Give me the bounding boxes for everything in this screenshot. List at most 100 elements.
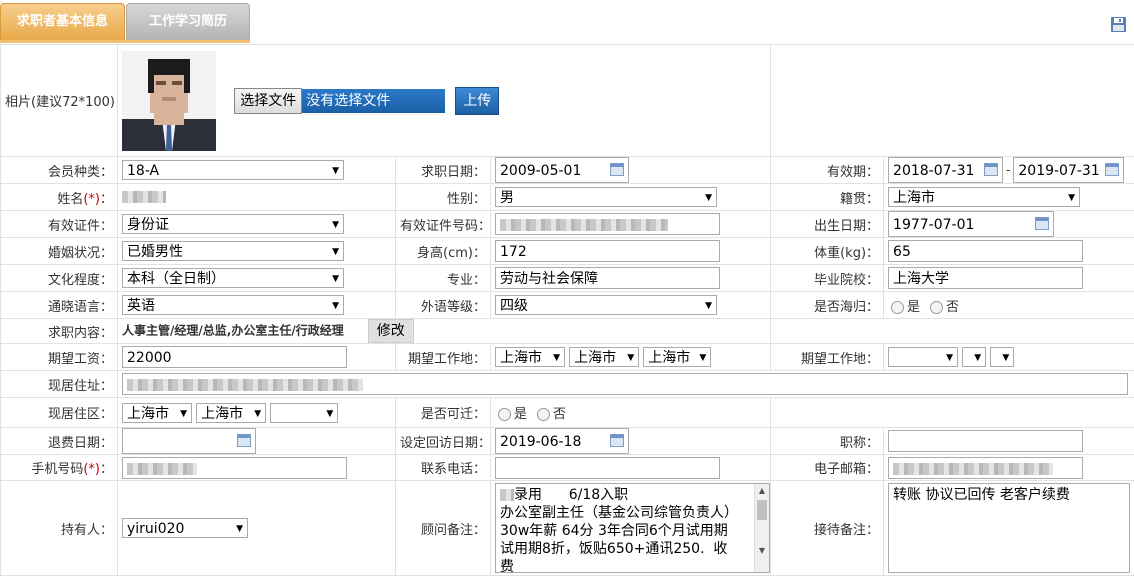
expect2-district-select[interactable]: ▼ xyxy=(990,347,1015,367)
gender-select[interactable]: 男 ▼ xyxy=(495,187,717,207)
required-mark: (*) xyxy=(83,462,100,477)
id-number-redacted xyxy=(500,219,668,231)
note-scrollbar[interactable]: ▲ ▼ xyxy=(754,484,769,572)
chevron-down-icon: ▼ xyxy=(332,220,339,230)
note-line: 费 xyxy=(500,559,514,573)
expect-place2-label: 期望工作地： xyxy=(770,343,885,371)
job-title-label: 职称： xyxy=(770,427,885,455)
relocate-empty xyxy=(770,397,1134,428)
advisor-note-textarea[interactable]: 录用 6/18入职 办公室副主任（基金公司综管负责人） 30w年薪 64分 3年… xyxy=(495,483,770,573)
school-input[interactable]: 上海大学 xyxy=(888,267,1084,289)
member-type-select[interactable]: 18-A ▼ xyxy=(122,160,344,180)
birth-date-value: 1977-07-01 xyxy=(893,217,975,233)
name-label-colon: ： xyxy=(99,191,113,207)
language-value: 英语 xyxy=(127,298,155,314)
overseas-no-label: 否 xyxy=(946,299,960,315)
area-province-select[interactable]: 上海市 ▼ xyxy=(122,402,192,423)
expect-province-value: 上海市 xyxy=(500,350,542,366)
foreign-level-select[interactable]: 四级 ▼ xyxy=(495,295,717,315)
chevron-down-icon: ▼ xyxy=(254,408,262,419)
visit-date-field[interactable]: 2019-06-18 xyxy=(495,428,629,454)
address-input[interactable] xyxy=(122,373,1128,395)
apply-date-value: 2009-05-01 xyxy=(500,163,582,179)
calendar-icon[interactable] xyxy=(610,434,624,447)
expect-province-select[interactable]: 上海市 ▼ xyxy=(495,347,565,367)
major-input[interactable]: 劳动与社会保障 xyxy=(495,267,720,289)
language-select[interactable]: 英语 ▼ xyxy=(122,295,344,315)
calendar-icon[interactable] xyxy=(237,434,251,447)
refund-date-field[interactable] xyxy=(122,428,256,454)
holder-label: 持有人： xyxy=(0,480,118,576)
choose-file-button[interactable]: 选择文件 xyxy=(234,87,303,114)
height-input[interactable]: 172 xyxy=(495,240,720,262)
overseas-no-radio[interactable] xyxy=(930,300,944,314)
education-select[interactable]: 本科（全日制） ▼ xyxy=(122,268,344,288)
job-title-input[interactable] xyxy=(888,430,1084,452)
mobile-label-colon: ： xyxy=(99,462,113,477)
photo-empty-cell xyxy=(770,44,1134,157)
area-province-value: 上海市 xyxy=(127,405,169,422)
overseas-yes-radio[interactable] xyxy=(891,300,905,314)
valid-from-value: 2018-07-31 xyxy=(893,163,975,179)
email-input[interactable] xyxy=(888,456,1084,479)
relocate-no-radio[interactable] xyxy=(537,408,551,421)
calendar-icon[interactable] xyxy=(984,163,999,176)
tab-bar: 求职者基本信息 工作学习简历 xyxy=(0,0,1134,45)
chevron-down-icon: ▼ xyxy=(1068,193,1076,203)
marital-select[interactable]: 已婚男性 ▼ xyxy=(122,241,344,261)
apply-date-field[interactable]: 2009-05-01 xyxy=(495,157,629,183)
reception-note-textarea[interactable]: 转账 协议已回传 老客户续费 xyxy=(888,483,1131,573)
expect-place-label: 期望工作地： xyxy=(395,343,491,371)
file-status: 没有选择文件 xyxy=(302,88,446,113)
save-icon[interactable] xyxy=(1110,16,1127,33)
native-place-select[interactable]: 上海市 ▼ xyxy=(888,187,1081,207)
upload-button[interactable]: 上传 xyxy=(455,86,500,115)
expect-district-select[interactable]: 上海市 ▼ xyxy=(643,347,712,367)
calendar-icon[interactable] xyxy=(610,163,624,176)
chevron-down-icon: ▼ xyxy=(1002,353,1010,363)
expect-city-select[interactable]: 上海市 ▼ xyxy=(569,347,640,367)
tab-work-history[interactable]: 工作学习简历 xyxy=(126,3,250,41)
mobile-input[interactable] xyxy=(122,456,347,479)
applicant-form: 相片(建议72*100)： 选择文件 没有选择文件 上传 会员种类： 18-A … xyxy=(0,44,1134,576)
modify-button[interactable]: 修改 xyxy=(367,319,414,343)
holder-select[interactable]: yirui020 ▼ xyxy=(122,518,248,538)
height-label: 身高(cm)： xyxy=(395,237,491,265)
scroll-up-icon[interactable]: ▲ xyxy=(755,484,769,498)
scroll-thumb[interactable] xyxy=(757,500,767,520)
chevron-down-icon: ▼ xyxy=(332,301,339,311)
calendar-icon[interactable] xyxy=(1105,163,1120,176)
birth-date-field[interactable]: 1977-07-01 xyxy=(888,211,1055,237)
native-place-value: 上海市 xyxy=(893,190,936,206)
apply-date-label: 求职日期： xyxy=(395,156,491,184)
expect-city-value: 上海市 xyxy=(574,350,617,366)
valid-to-field[interactable]: 2019-07-31 xyxy=(1013,157,1125,183)
weight-input[interactable]: 65 xyxy=(888,240,1084,262)
chevron-down-icon: ▼ xyxy=(326,408,334,419)
relocate-no-label: 否 xyxy=(553,407,567,422)
mobile-label-text: 手机号码 xyxy=(31,462,84,477)
phone-input[interactable] xyxy=(495,456,720,479)
tab-basic-info[interactable]: 求职者基本信息 xyxy=(0,3,125,41)
note-line: 录用 6/18入职 xyxy=(514,487,629,503)
scroll-down-icon[interactable]: ▼ xyxy=(755,544,769,558)
area-label: 现居住区： xyxy=(0,397,118,428)
gender-value: 男 xyxy=(500,190,514,206)
note-line: 办公室副主任（基金公司综管负责人） xyxy=(500,505,738,521)
area-district-select[interactable]: ▼ xyxy=(270,402,339,423)
id-type-select[interactable]: 身份证 ▼ xyxy=(122,214,344,234)
visit-date-value: 2019-06-18 xyxy=(500,434,582,450)
address-redacted xyxy=(127,379,363,391)
valid-from-field[interactable]: 2018-07-31 xyxy=(888,157,1004,183)
photo-cell: 选择文件 没有选择文件 上传 xyxy=(116,44,772,157)
calendar-icon[interactable] xyxy=(1035,217,1050,230)
relocate-yes-radio[interactable] xyxy=(498,408,511,421)
id-number-input[interactable] xyxy=(495,213,720,235)
name-redacted xyxy=(122,191,166,203)
area-city-select[interactable]: 上海市 ▼ xyxy=(196,402,267,423)
address-label: 现居住址： xyxy=(0,370,118,398)
expect2-city-select[interactable]: ▼ xyxy=(962,347,987,367)
refund-date-label: 退费日期： xyxy=(0,427,118,455)
salary-input[interactable]: 22000 xyxy=(122,346,347,368)
expect2-province-select[interactable]: ▼ xyxy=(888,347,959,367)
